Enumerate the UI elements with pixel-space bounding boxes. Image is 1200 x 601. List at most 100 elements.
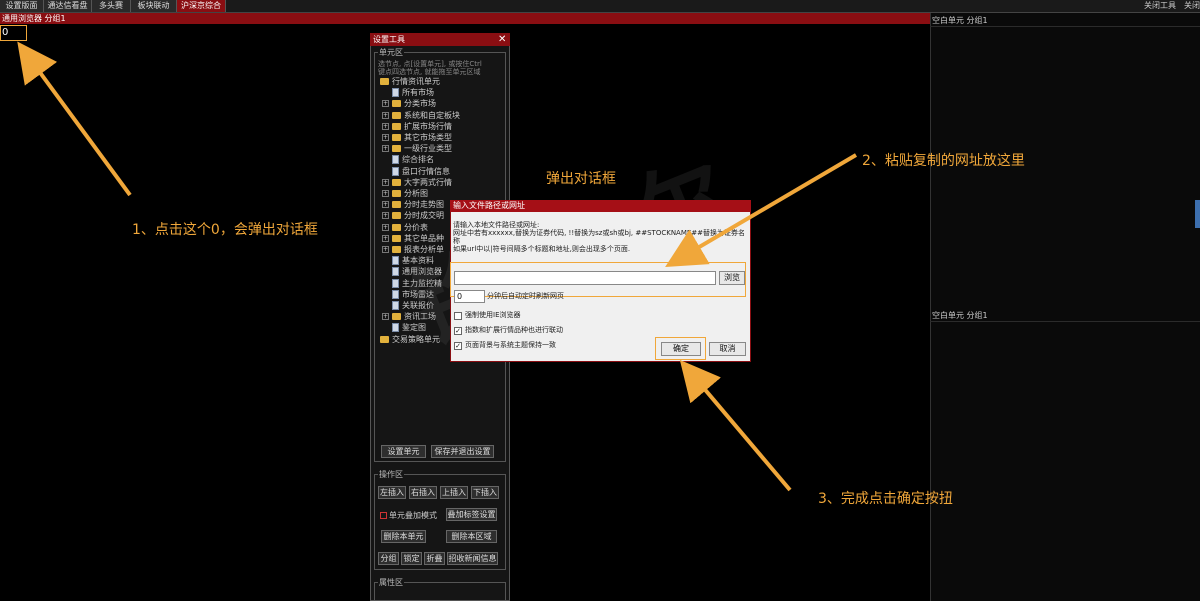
- index-link-checkbox[interactable]: ✓: [454, 327, 462, 335]
- close-button[interactable]: 关闭: [1184, 0, 1200, 12]
- expand-icon[interactable]: +: [382, 145, 389, 153]
- tab-tdx-view[interactable]: 通达信看盘: [44, 0, 92, 12]
- settings-title: 设置工具: [370, 33, 510, 46]
- arrow-step3: [679, 359, 792, 492]
- overlay-mode-checkbox[interactable]: [380, 512, 387, 519]
- tree-item-label: 分类市场: [404, 99, 436, 109]
- tree-item-label: 一级行业类型: [404, 144, 452, 154]
- tree-item[interactable]: + 其它市场类型: [382, 132, 452, 143]
- browser-unit-title: 通用浏览器 分组1: [2, 14, 66, 23]
- delete-area-button[interactable]: 删除本区域: [446, 530, 497, 543]
- down-insert-button[interactable]: 下插入: [471, 486, 499, 499]
- tree-item-label: 所有市场: [402, 88, 434, 98]
- divider: [930, 26, 1200, 27]
- tree-item-label: 分析图: [404, 189, 428, 198]
- annotation-step1: 1、点击这个0，会弹出对话框: [132, 222, 318, 238]
- expand-icon[interactable]: +: [382, 122, 389, 130]
- refresh-minutes-label: 分钟后自动定时刷新网页: [487, 292, 564, 300]
- document-icon: [392, 301, 399, 310]
- tree-item[interactable]: + 分析图: [382, 188, 428, 199]
- url-input[interactable]: [454, 271, 716, 285]
- browser-unit-titlebar: [0, 13, 930, 24]
- fold-button[interactable]: 折叠: [424, 552, 445, 565]
- folder-icon: [392, 100, 401, 108]
- tree-item[interactable]: + 系统和自定板块: [382, 110, 460, 121]
- attr-section-label: 属性区: [378, 577, 404, 588]
- tree-item-label: 行情资讯单元: [392, 77, 440, 86]
- tab-layout-settings[interactable]: 设置版面: [0, 0, 44, 12]
- index-link-label: 指数和扩展行情品种也进行联动: [465, 326, 563, 334]
- theme-sync-checkbox[interactable]: ✓: [454, 342, 462, 350]
- annotation-step3: 3、完成点击确定按扭: [818, 491, 953, 507]
- ok-button[interactable]: 确定: [661, 342, 701, 356]
- tree-item[interactable]: + 一级行业类型: [382, 143, 452, 154]
- tree-item[interactable]: 盘口行情信息: [382, 166, 450, 177]
- tab-bull[interactable]: 多头赛: [92, 0, 131, 12]
- dialog-instruction-1: 请输入本地文件路径或网址:: [453, 221, 540, 229]
- annotation-popup: 弹出对话框: [546, 171, 616, 187]
- document-icon: [392, 155, 399, 165]
- expand-icon[interactable]: +: [382, 201, 389, 209]
- expand-icon[interactable]: +: [382, 223, 389, 231]
- folder-icon: [392, 178, 401, 186]
- save-exit-button[interactable]: 保存并退出设置: [431, 445, 494, 458]
- tree-item[interactable]: + 大字两式行情: [382, 177, 452, 188]
- tree-item[interactable]: + 分价表: [382, 222, 428, 233]
- group-button[interactable]: 分组: [378, 552, 399, 565]
- delete-unit-button[interactable]: 删除本单元: [381, 530, 426, 543]
- expand-icon[interactable]: +: [382, 178, 389, 186]
- refresh-minutes-input[interactable]: 0: [454, 290, 485, 303]
- dialog-title: 输入文件路径或网址: [450, 200, 751, 212]
- force-ie-checkbox[interactable]: [454, 312, 462, 320]
- expand-icon[interactable]: +: [382, 111, 389, 119]
- news-button[interactable]: 招收新闻信息: [447, 552, 498, 565]
- tab-sector-link[interactable]: 板块联动: [131, 0, 177, 12]
- browse-button[interactable]: 浏览: [719, 271, 745, 285]
- expand-icon[interactable]: +: [382, 134, 389, 141]
- folder-icon: [392, 122, 401, 130]
- tree-item-label: 分价表: [404, 222, 428, 232]
- expand-icon[interactable]: +: [382, 190, 389, 197]
- right-insert-button[interactable]: 右插入: [409, 486, 437, 499]
- tree-item-label: 系统和自定板块: [404, 110, 460, 120]
- expand-icon[interactable]: +: [382, 313, 389, 321]
- settings-hint-2: 键点四选节点, 就能拖至单元区域: [378, 68, 481, 76]
- expand-icon[interactable]: +: [382, 234, 389, 242]
- tab-hs-composite[interactable]: 沪深京综合: [177, 0, 226, 12]
- close-tools-button[interactable]: 关闭工具: [1144, 0, 1176, 12]
- tree-item[interactable]: 所有市场: [382, 87, 434, 98]
- unit-section-label: 单元区: [378, 47, 404, 58]
- lock-button[interactable]: 锁定: [401, 552, 422, 565]
- overlay-tag-button[interactable]: 叠加标签设置: [446, 508, 497, 521]
- tree-item[interactable]: 综合排名: [382, 154, 434, 165]
- tree-item[interactable]: + 扩展市场行情: [382, 121, 452, 132]
- tree-item[interactable]: + 分时走势图: [382, 199, 444, 210]
- right-panel: [930, 13, 1200, 601]
- scrollbar-thumb[interactable]: [1195, 200, 1200, 228]
- unit-cell-zero[interactable]: 0: [0, 25, 27, 41]
- tree-item-label: 分时成交明: [404, 211, 444, 221]
- tree-item[interactable]: + 分类市场: [382, 98, 436, 109]
- tree-item-label: 其它市场类型: [404, 133, 452, 142]
- right-panel-top-label: 空白单元 分组1: [932, 16, 988, 25]
- expand-icon[interactable]: +: [382, 100, 389, 108]
- folder-icon: [392, 145, 401, 153]
- force-ie-label: 强制使用IE浏览器: [465, 311, 521, 319]
- folder-icon: [392, 234, 401, 242]
- dialog-instruction-3: 如果url中以|符号间隔多个标题和地址,则会出现多个页面.: [453, 245, 631, 253]
- up-insert-button[interactable]: 上插入: [440, 486, 468, 499]
- tree-item[interactable]: 行情资讯单元: [380, 76, 440, 87]
- tree-item-label: 综合排名: [402, 155, 434, 165]
- tree-item-label: 盘口行情信息: [402, 166, 450, 176]
- tree-item[interactable]: + 分时成交明: [382, 210, 444, 221]
- set-unit-button[interactable]: 设置单元: [381, 445, 426, 458]
- close-icon[interactable]: ✕: [498, 33, 506, 46]
- settings-hint-1: 选节点, 点[设置单元], 或按住Ctrl: [378, 60, 482, 68]
- folder-icon: [392, 201, 401, 209]
- expand-icon[interactable]: +: [382, 212, 389, 220]
- cancel-button[interactable]: 取消: [709, 342, 746, 356]
- document-icon: [392, 88, 399, 98]
- left-insert-button[interactable]: 左插入: [378, 486, 406, 499]
- document-icon: [392, 278, 399, 288]
- overlay-mode-label: 单元叠加模式: [389, 511, 437, 520]
